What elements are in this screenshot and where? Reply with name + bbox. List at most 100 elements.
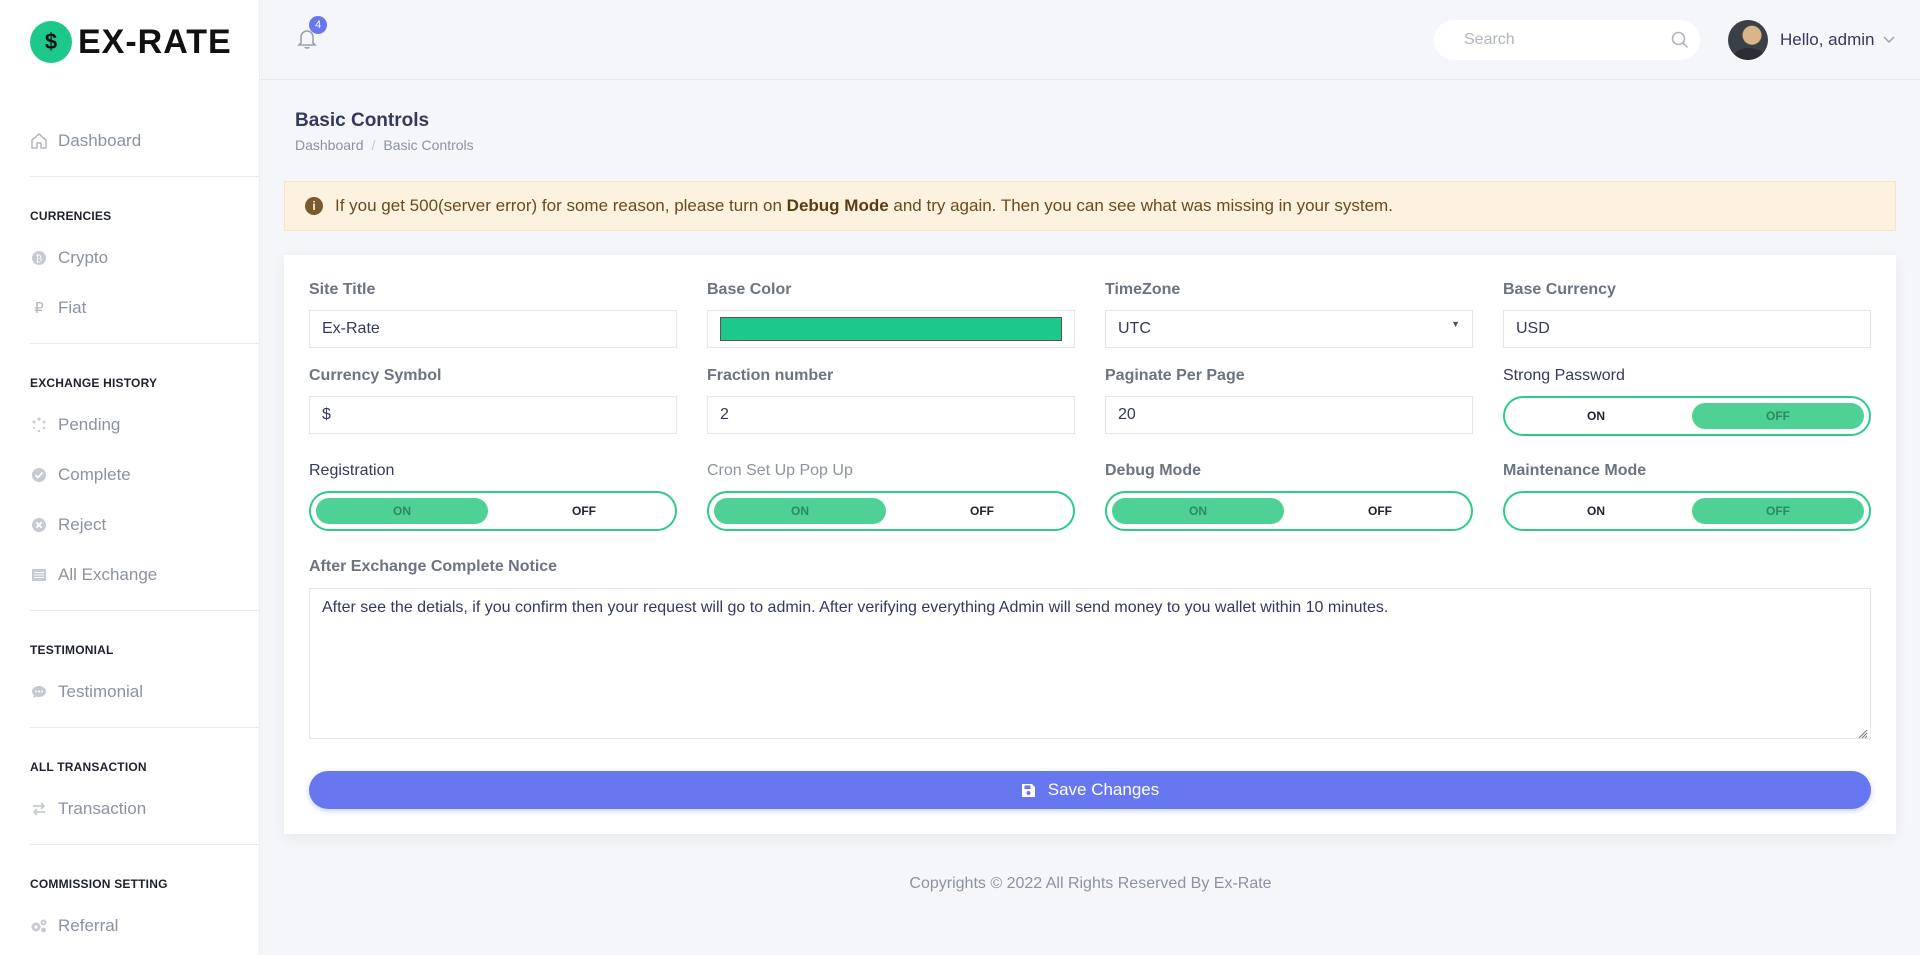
cron-popup-toggle[interactable]: ON OFF (707, 491, 1075, 531)
base-color-field: Base Color (707, 281, 1075, 348)
search-input[interactable] (1464, 31, 1671, 49)
debug-mode-toggle[interactable]: ON OFF (1105, 491, 1473, 531)
sidebar-item-label: Transaction (58, 799, 147, 818)
sidebar-item-all-exchange[interactable]: All Exchange (0, 550, 259, 600)
save-changes-button[interactable]: Save Changes (309, 771, 1871, 809)
base-currency-field: Base Currency USD (1503, 281, 1871, 348)
timezone-select[interactable]: UTC ▼ (1105, 310, 1473, 348)
user-menu[interactable]: Hello, admin (1728, 20, 1895, 60)
home-icon (30, 132, 48, 150)
toggle-on-option[interactable]: ON (1112, 498, 1284, 524)
site-title-input[interactable]: Ex-Rate (309, 310, 677, 348)
warning-alert: i If you get 500(server error) for some … (284, 181, 1896, 231)
timezone-value: UTC (1118, 320, 1151, 337)
brand-name: EX-RATE (78, 22, 232, 61)
sidebar-item-label: Referral (58, 916, 119, 935)
sidebar-item-label: Pending (58, 415, 121, 434)
breadcrumb-separator: / (371, 137, 376, 153)
chevron-down-icon (1882, 33, 1895, 47)
section-header-all-transaction: ALL TRANSACTION (30, 760, 147, 774)
section-header-testimonial: TESTIMONIAL (30, 643, 114, 657)
fraction-number-field: Fraction number 2 (707, 367, 1075, 434)
section-header-currencies: CURRENCIES (30, 209, 112, 223)
toggle-off-option[interactable]: OFF (896, 498, 1068, 524)
paginate-per-page-input[interactable]: 20 (1105, 396, 1473, 434)
toggle-off-option[interactable]: OFF (1692, 498, 1864, 524)
sidebar-item-testimonial[interactable]: Testimonial (0, 667, 259, 717)
notification-badge: 4 (309, 16, 327, 34)
toggle-off-option[interactable]: OFF (498, 498, 670, 524)
sidebar-item-label: Fiat (58, 298, 87, 317)
sidebar-item-label: Dashboard (58, 131, 142, 150)
search-icon[interactable] (1671, 31, 1689, 49)
base-currency-input[interactable]: USD (1503, 310, 1871, 348)
color-swatch (720, 317, 1062, 341)
paginate-per-page-label: Paginate Per Page (1105, 367, 1245, 384)
timezone-label: TimeZone (1105, 281, 1181, 298)
sidebar-item-fiat[interactable]: ₽ Fiat (0, 283, 259, 333)
user-greeting: Hello, admin (1780, 30, 1875, 49)
list-icon (30, 566, 48, 584)
alert-text: If you get 500(server error) for some re… (335, 196, 1393, 216)
page-title: Basic Controls (295, 110, 430, 131)
maintenance-mode-label: Maintenance Mode (1503, 462, 1647, 479)
spinner-icon (30, 416, 48, 434)
save-button-label: Save Changes (1047, 780, 1160, 799)
breadcrumb: Dashboard / Basic Controls (295, 137, 474, 153)
cron-popup-field: Cron Set Up Pop Up ON OFF (707, 462, 1075, 531)
currency-symbol-input[interactable]: $ (309, 396, 677, 434)
cron-popup-label: Cron Set Up Pop Up (707, 462, 853, 479)
sidebar-item-crypto[interactable]: ₿ Crypto (0, 233, 259, 283)
base-color-input[interactable] (707, 310, 1075, 348)
toggle-off-option[interactable]: OFF (1294, 498, 1466, 524)
sidebar-item-pending[interactable]: Pending (0, 400, 259, 450)
sidebar-item-label: Complete (58, 465, 131, 484)
top-navbar: 4 Hello, admin (261, 0, 1920, 80)
base-color-label: Base Color (707, 281, 792, 298)
fraction-number-label: Fraction number (707, 367, 834, 384)
section-header-exchange-history: EXCHANGE HISTORY (30, 376, 158, 390)
strong-password-field: Strong Password ON OFF (1503, 367, 1871, 436)
alert-text-start: If you get 500(server error) for some re… (335, 196, 787, 215)
registration-label: Registration (309, 462, 395, 479)
sidebar-item-label: Crypto (58, 248, 109, 267)
site-title-label: Site Title (309, 281, 376, 298)
svg-text:₿: ₿ (36, 254, 42, 265)
maintenance-mode-field: Maintenance Mode ON OFF (1503, 462, 1871, 531)
sidebar-item-label: All Exchange (58, 565, 158, 584)
sidebar-menu: Dashboard CURRENCIES ₿ Crypto ₽ Fiat EXC… (0, 116, 259, 955)
toggle-on-option[interactable]: ON (1510, 498, 1682, 524)
resize-handle-icon[interactable] (1856, 724, 1868, 739)
toggle-off-option[interactable]: OFF (1692, 403, 1864, 429)
breadcrumb-current: Basic Controls (383, 137, 474, 153)
debug-mode-label: Debug Mode (1105, 462, 1201, 479)
toggle-on-option[interactable]: ON (714, 498, 886, 524)
sidebar-item-dashboard[interactable]: Dashboard (0, 116, 259, 166)
exchange-arrows-icon (30, 800, 48, 818)
toggle-on-option[interactable]: ON (1510, 403, 1682, 429)
avatar (1728, 20, 1768, 60)
currency-symbol-label: Currency Symbol (309, 367, 442, 384)
brand[interactable]: $ EX-RATE (0, 0, 259, 84)
comment-icon (30, 683, 48, 701)
toggle-on-option[interactable]: ON (316, 498, 488, 524)
registration-toggle[interactable]: ON OFF (309, 491, 677, 531)
sidebar-item-complete[interactable]: Complete (0, 450, 259, 500)
registration-field: Registration ON OFF (309, 462, 677, 531)
fraction-number-input[interactable]: 2 (707, 396, 1075, 434)
notice-label: After Exchange Complete Notice (309, 558, 558, 575)
base-currency-label: Base Currency (1503, 281, 1616, 298)
timezone-field: TimeZone UTC ▼ (1105, 281, 1473, 348)
notice-text: After see the detials, if you confirm th… (322, 599, 1389, 616)
coin-icon: ₿ (30, 249, 48, 267)
brand-logo-icon: $ (30, 21, 72, 63)
section-header-commission-setting: COMMISSION SETTING (30, 877, 168, 891)
sidebar-item-referral[interactable]: Referral (0, 901, 259, 951)
maintenance-mode-toggle[interactable]: ON OFF (1503, 491, 1871, 531)
sidebar-item-transaction[interactable]: Transaction (0, 784, 259, 834)
breadcrumb-dashboard[interactable]: Dashboard (295, 137, 364, 153)
notice-textarea[interactable]: After see the detials, if you confirm th… (309, 588, 1871, 739)
strong-password-toggle[interactable]: ON OFF (1503, 396, 1871, 436)
sidebar-item-reject[interactable]: Reject (0, 500, 259, 550)
dropdown-caret-icon: ▼ (1451, 319, 1460, 329)
